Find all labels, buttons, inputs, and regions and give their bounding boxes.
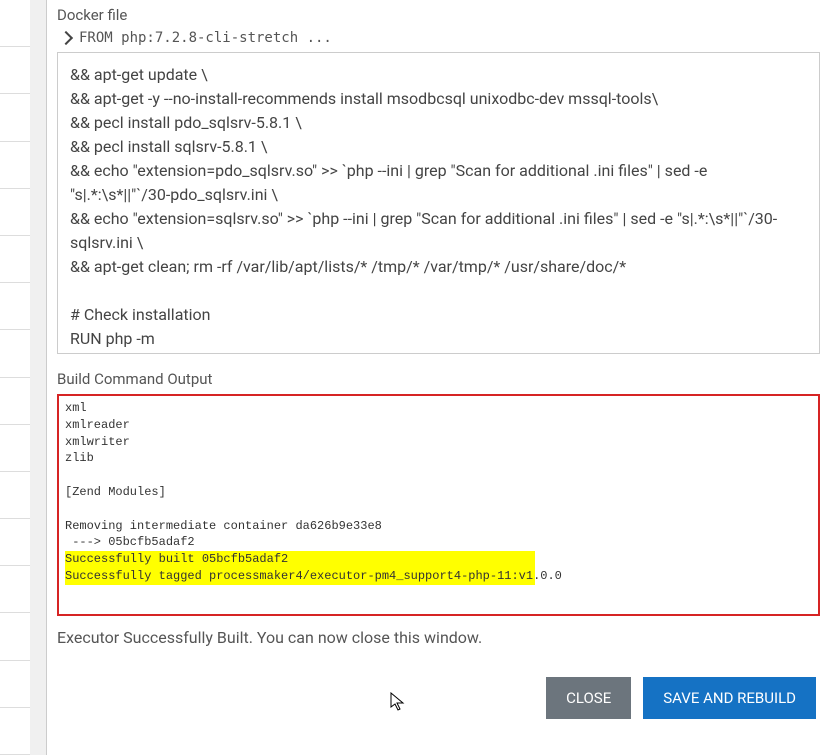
dockerfile-textarea[interactable] [58,53,819,349]
modal-button-row: CLOSE SAVE AND REBUILD [57,677,820,719]
build-output-content: xml xmlreader xmlwriter zlib [Zend Modul… [59,396,820,589]
output-success-tagged: Successfully tagged processmaker4/execut… [65,568,535,585]
dockerfile-textarea-wrap [57,52,820,354]
close-button[interactable]: CLOSE [546,677,631,719]
from-line-text: FROM php:7.2.8-cli-stretch ... [79,30,332,46]
chevron-right-icon [59,31,73,45]
status-message: Executor Successfully Built. You can now… [57,628,820,647]
build-output-label: Build Command Output [57,370,820,388]
background-list [0,0,30,755]
build-output-panel[interactable]: xml xmlreader xmlwriter zlib [Zend Modul… [57,394,820,616]
save-and-rebuild-button[interactable]: SAVE AND REBUILD [643,677,816,719]
executor-modal: Docker file FROM php:7.2.8-cli-stretch .… [46,0,840,755]
output-pre-lines: xml xmlreader xmlwriter zlib [Zend Modul… [65,401,382,549]
dockerfile-label: Docker file [57,6,820,24]
dockerfile-from-line[interactable]: FROM php:7.2.8-cli-stretch ... [57,30,820,46]
output-success-built: Successfully built 05bcfb5adaf2 [65,551,535,568]
